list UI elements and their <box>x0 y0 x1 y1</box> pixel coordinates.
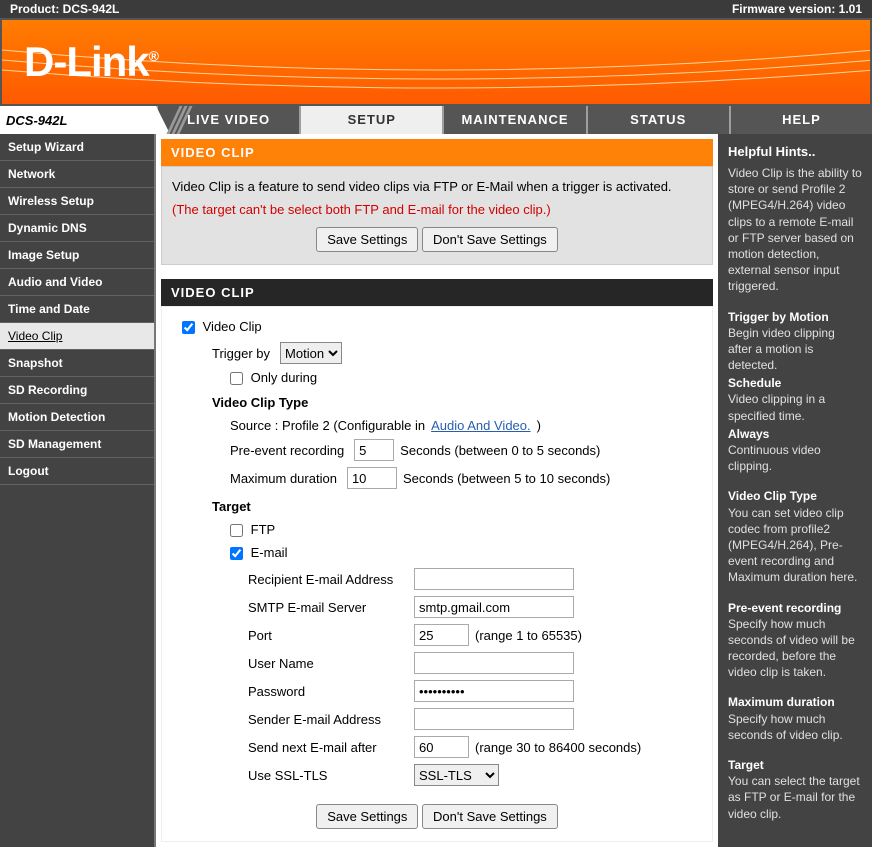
pre-event-label: Pre-event recording <box>230 443 344 458</box>
sidebar-item-video-clip[interactable]: Video Clip <box>0 323 154 350</box>
sidebar-item-time-and-date[interactable]: Time and Date <box>0 296 154 323</box>
pre-event-suffix: Seconds (between 0 to 5 seconds) <box>400 443 600 458</box>
sidebar-item-motion-detection[interactable]: Motion Detection <box>0 404 154 431</box>
hints-pre-text: Specify how much seconds of video will b… <box>728 617 855 680</box>
hints-always-text: Continuous video clipping. <box>728 443 821 473</box>
sender-label: Sender E-mail Address <box>248 712 408 727</box>
sidebar-item-logout[interactable]: Logout <box>0 458 154 485</box>
target-header: Target <box>212 499 692 514</box>
sidebar-item-wireless-setup[interactable]: Wireless Setup <box>0 188 154 215</box>
hints-sched-text: Video clipping in a specified time. <box>728 392 825 422</box>
sidebar-item-setup-wizard[interactable]: Setup Wizard <box>0 134 154 161</box>
tab-maintenance[interactable]: MAINTENANCE <box>442 106 585 134</box>
sidebar-item-audio-and-video[interactable]: Audio and Video <box>0 269 154 296</box>
sidebar: Setup Wizard Network Wireless Setup Dyna… <box>0 134 156 847</box>
hints-type-text: You can set video clip codec from profil… <box>728 506 857 585</box>
source-text: Source : Profile 2 (Configurable in <box>230 418 425 433</box>
max-duration-suffix: Seconds (between 5 to 10 seconds) <box>403 471 610 486</box>
sidebar-item-sd-management[interactable]: SD Management <box>0 431 154 458</box>
ssl-label: Use SSL-TLS <box>248 768 408 783</box>
tab-help[interactable]: HELP <box>729 106 872 134</box>
banner: D-Link® <box>0 18 872 106</box>
main-content: VIDEO CLIP Video Clip is a feature to se… <box>156 134 718 847</box>
dlink-logo: D-Link® <box>24 38 158 86</box>
send-next-label: Send next E-mail after <box>248 740 408 755</box>
hints-target-head: Target <box>728 757 862 773</box>
tab-status[interactable]: STATUS <box>586 106 729 134</box>
password-label: Password <box>248 684 408 699</box>
sidebar-item-dynamic-dns[interactable]: Dynamic DNS <box>0 215 154 242</box>
tab-bar: DCS-942L LIVE VIDEO SETUP MAINTENANCE ST… <box>0 106 872 134</box>
hints-panel: Helpful Hints.. Video Clip is the abilit… <box>718 134 872 847</box>
hints-sched-head: Schedule <box>728 375 862 391</box>
recipient-input[interactable] <box>414 568 574 590</box>
email-checkbox[interactable] <box>230 547 243 560</box>
source-close: ) <box>537 418 541 433</box>
firmware-label: Firmware version: 1.01 <box>732 2 862 16</box>
save-button-top[interactable]: Save Settings <box>316 227 418 252</box>
sidebar-item-image-setup[interactable]: Image Setup <box>0 242 154 269</box>
dont-save-button-top[interactable]: Don't Save Settings <box>422 227 558 252</box>
audio-video-link[interactable]: Audio And Video. <box>431 418 531 433</box>
username-input[interactable] <box>414 652 574 674</box>
port-label: Port <box>248 628 408 643</box>
pre-event-input[interactable] <box>354 439 394 461</box>
page-header: VIDEO CLIP <box>161 139 713 166</box>
sidebar-item-sd-recording[interactable]: SD Recording <box>0 377 154 404</box>
hints-type-head: Video Clip Type <box>728 488 862 504</box>
topbar: Product: DCS-942L Firmware version: 1.01 <box>0 0 872 18</box>
send-next-range: (range 30 to 86400 seconds) <box>475 740 641 755</box>
max-duration-label: Maximum duration <box>230 471 337 486</box>
video-clip-checkbox[interactable] <box>182 321 195 334</box>
sidebar-item-snapshot[interactable]: Snapshot <box>0 350 154 377</box>
username-label: User Name <box>248 656 408 671</box>
section-header: VIDEO CLIP <box>161 279 713 306</box>
hints-max-head: Maximum duration <box>728 694 862 710</box>
product-label: Product: DCS-942L <box>10 2 119 16</box>
hints-intro: Video Clip is the ability to store or se… <box>728 165 862 295</box>
intro-text: Video Clip is a feature to send video cl… <box>172 179 702 194</box>
max-duration-input[interactable] <box>347 467 397 489</box>
recipient-label: Recipient E-mail Address <box>248 572 408 587</box>
smtp-label: SMTP E-mail Server <box>248 600 408 615</box>
form-area: Video Clip Trigger by Motion Only during… <box>161 306 713 842</box>
hints-max-text: Specify how much seconds of video clip. <box>728 712 843 742</box>
hints-target-text: You can select the target as FTP or E-ma… <box>728 774 860 820</box>
save-button-bottom[interactable]: Save Settings <box>316 804 418 829</box>
video-clip-type-header: Video Clip Type <box>212 395 692 410</box>
only-during-checkbox[interactable] <box>230 372 243 385</box>
model-tag: DCS-942L <box>0 106 156 134</box>
ftp-label: FTP <box>251 522 276 537</box>
hints-motion-head: Trigger by Motion <box>728 309 862 325</box>
hints-title: Helpful Hints.. <box>728 144 862 159</box>
hints-motion-text: Begin video clipping after a motion is d… <box>728 326 835 372</box>
send-next-input[interactable] <box>414 736 469 758</box>
sender-input[interactable] <box>414 708 574 730</box>
sidebar-item-network[interactable]: Network <box>0 161 154 188</box>
ssl-select[interactable]: SSL-TLS <box>414 764 499 786</box>
only-during-label: Only during <box>251 370 317 385</box>
port-input[interactable] <box>414 624 469 646</box>
dont-save-button-bottom[interactable]: Don't Save Settings <box>422 804 558 829</box>
email-label: E-mail <box>251 545 288 560</box>
smtp-input[interactable] <box>414 596 574 618</box>
intro-box: Video Clip is a feature to send video cl… <box>161 166 713 265</box>
video-clip-label: Video Clip <box>203 319 262 334</box>
hints-pre-head: Pre-event recording <box>728 600 862 616</box>
intro-warning: (The target can't be select both FTP and… <box>172 202 702 217</box>
hints-always-head: Always <box>728 426 862 442</box>
ftp-checkbox[interactable] <box>230 524 243 537</box>
password-input[interactable] <box>414 680 574 702</box>
tab-setup[interactable]: SETUP <box>299 106 442 134</box>
trigger-by-label: Trigger by <box>212 346 270 361</box>
trigger-by-select[interactable]: Motion <box>280 342 342 364</box>
port-range: (range 1 to 65535) <box>475 628 582 643</box>
